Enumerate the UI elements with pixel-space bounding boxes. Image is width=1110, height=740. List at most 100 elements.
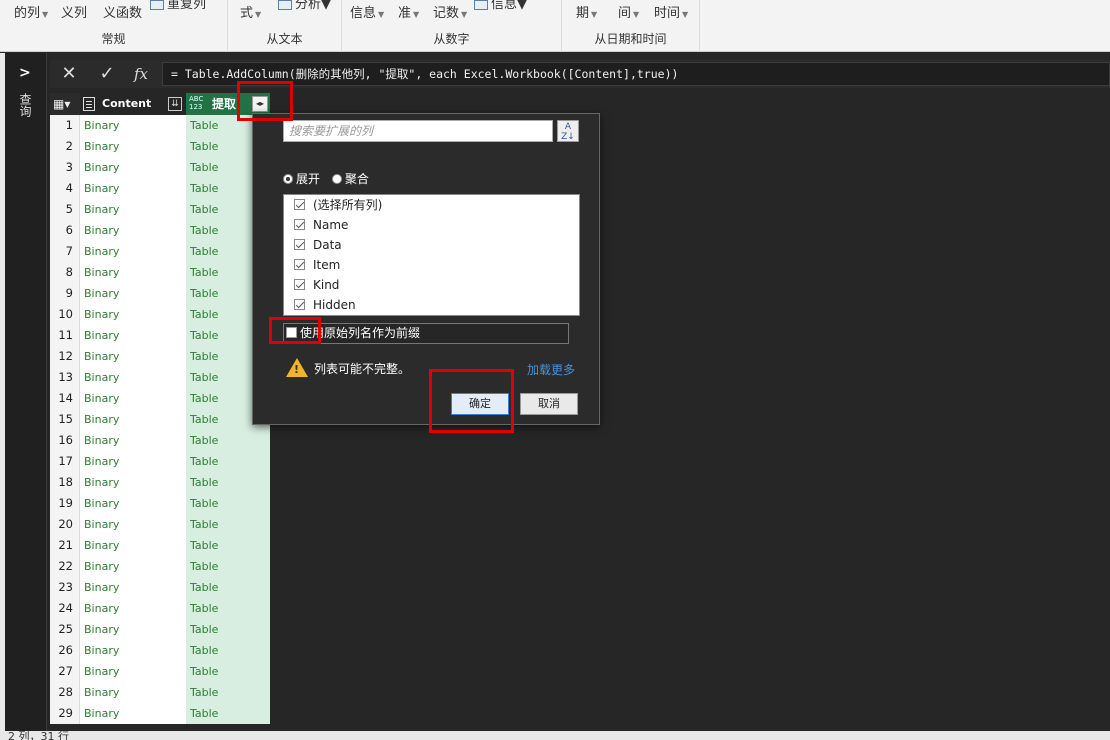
chevron-right-icon[interactable]: > [19, 65, 31, 81]
checkbox-icon[interactable] [294, 259, 305, 270]
column-checkbox-item[interactable]: Kind [284, 275, 579, 295]
cell-extract[interactable]: Table [186, 703, 270, 724]
table-row[interactable]: 15 Binary Table [50, 409, 270, 430]
cell-content[interactable]: Binary [79, 451, 186, 472]
ribbon-item-custom-function[interactable]: 义函数 [103, 2, 142, 21]
table-menu-icon[interactable]: ▦▾ [53, 97, 75, 111]
table-row[interactable]: 19 Binary Table [50, 493, 270, 514]
cell-content[interactable]: Binary [79, 346, 186, 367]
ribbon-item-custom-column[interactable]: 义列 [61, 2, 87, 21]
cell-content[interactable]: Binary [79, 493, 186, 514]
cell-content[interactable]: Binary [79, 199, 186, 220]
radio-aggregate[interactable]: 聚合 [331, 172, 369, 186]
ribbon-item-parse[interactable]: 分析▼ [278, 0, 331, 12]
column-checkbox-item[interactable]: Hidden [284, 295, 579, 315]
cell-content[interactable]: Binary [79, 619, 186, 640]
table-row[interactable]: 2 Binary Table [50, 136, 270, 157]
table-row[interactable]: 5 Binary Table [50, 199, 270, 220]
ribbon-item-information-2[interactable]: 信息▼ [474, 0, 527, 12]
ribbon-item-standard[interactable]: 准 ▼ [398, 2, 419, 21]
table-row[interactable]: 13 Binary Table [50, 367, 270, 388]
column-search-input[interactable]: 搜索要扩展的列 [283, 120, 553, 142]
cell-extract[interactable]: Table [186, 535, 270, 556]
cell-content[interactable]: Binary [79, 325, 186, 346]
cell-content[interactable]: Binary [79, 115, 186, 136]
column-checkbox-item[interactable]: (选择所有列) [284, 195, 579, 215]
cell-content[interactable]: Binary [79, 661, 186, 682]
ribbon-item-duration[interactable]: 时间 ▼ [654, 2, 688, 21]
table-row[interactable]: 22 Binary Table [50, 556, 270, 577]
cell-content[interactable]: Binary [79, 535, 186, 556]
cell-extract[interactable]: Table [186, 493, 270, 514]
table-row[interactable]: 1 Binary Table [50, 115, 270, 136]
table-row[interactable]: 16 Binary Table [50, 430, 270, 451]
cell-content[interactable]: Binary [79, 157, 186, 178]
cell-content[interactable]: Binary [79, 472, 186, 493]
cell-content[interactable]: Binary [79, 241, 186, 262]
cell-extract[interactable]: Table [186, 598, 270, 619]
table-row[interactable]: 18 Binary Table [50, 472, 270, 493]
ribbon-item-duplicate-column[interactable]: 重复列 [150, 0, 206, 12]
table-row[interactable]: 3 Binary Table [50, 157, 270, 178]
table-row[interactable]: 20 Binary Table [50, 514, 270, 535]
table-row[interactable]: 27 Binary Table [50, 661, 270, 682]
table-row[interactable]: 6 Binary Table [50, 220, 270, 241]
cancel-button[interactable]: 取消 [520, 393, 578, 415]
ribbon-item-format[interactable]: 式 ▼ [240, 2, 261, 21]
cell-content[interactable]: Binary [79, 409, 186, 430]
cell-extract[interactable]: Table [186, 514, 270, 535]
table-row[interactable]: 17 Binary Table [50, 451, 270, 472]
cell-content[interactable]: Binary [79, 220, 186, 241]
sort-az-icon[interactable]: A Z↓ [557, 120, 579, 142]
table-row[interactable]: 26 Binary Table [50, 640, 270, 661]
column-checkbox-item[interactable]: Data [284, 235, 579, 255]
download-icon[interactable]: ⇊ [168, 97, 182, 111]
cell-content[interactable]: Binary [79, 388, 186, 409]
prefix-checkbox[interactable] [286, 327, 297, 338]
radio-expand[interactable]: 展开 [283, 172, 320, 186]
table-row[interactable]: 8 Binary Table [50, 262, 270, 283]
ribbon-item-scientific[interactable]: 记数 ▼ [433, 2, 467, 21]
cell-content[interactable]: Binary [79, 367, 186, 388]
ribbon-item-date[interactable]: 期 ▼ [576, 2, 597, 21]
cell-extract[interactable]: Table [186, 577, 270, 598]
table-row[interactable]: 9 Binary Table [50, 283, 270, 304]
cell-content[interactable]: Binary [79, 598, 186, 619]
formula-input[interactable]: = Table.AddColumn(删除的其他列, "提取", each Exc… [162, 62, 1110, 86]
table-row[interactable]: 21 Binary Table [50, 535, 270, 556]
cell-content[interactable]: Binary [79, 682, 186, 703]
ok-button[interactable]: 确定 [451, 393, 509, 415]
column-checkbox-item[interactable]: Item [284, 255, 579, 275]
table-row[interactable]: 24 Binary Table [50, 598, 270, 619]
queries-pane-collapsed[interactable]: > 查询 [5, 53, 47, 731]
table-row[interactable]: 10 Binary Table [50, 304, 270, 325]
load-more-link[interactable]: 加载更多 [527, 361, 575, 378]
cell-content[interactable]: Binary [79, 136, 186, 157]
table-row[interactable]: 12 Binary Table [50, 346, 270, 367]
table-row[interactable]: 4 Binary Table [50, 178, 270, 199]
table-row[interactable]: 14 Binary Table [50, 388, 270, 409]
prefix-checkbox-row[interactable]: 使用原始列名作为前缀 [283, 323, 569, 344]
ribbon-item-information[interactable]: 信息 ▼ [350, 2, 384, 21]
table-row[interactable]: 7 Binary Table [50, 241, 270, 262]
cell-extract[interactable]: Table [186, 640, 270, 661]
table-row[interactable]: 11 Binary Table [50, 325, 270, 346]
ribbon-item-time[interactable]: 间 ▼ [618, 2, 639, 21]
cell-extract[interactable]: Table [186, 556, 270, 577]
checkbox-icon[interactable] [294, 299, 305, 310]
cell-content[interactable]: Binary [79, 262, 186, 283]
cell-content[interactable]: Binary [79, 640, 186, 661]
cell-content[interactable]: Binary [79, 577, 186, 598]
table-row[interactable]: 28 Binary Table [50, 682, 270, 703]
cell-content[interactable]: Binary [79, 304, 186, 325]
checkmark-icon[interactable]: ✓ [92, 62, 122, 86]
cell-content[interactable]: Binary [79, 283, 186, 304]
cell-content[interactable]: Binary [79, 430, 186, 451]
cell-content[interactable]: Binary [79, 703, 186, 724]
cell-extract[interactable]: Table [186, 682, 270, 703]
cell-extract[interactable]: Table [186, 661, 270, 682]
column-checkbox-item[interactable]: Name [284, 215, 579, 235]
ribbon-item-column[interactable]: 的列 ▼ [14, 2, 48, 21]
cell-extract[interactable]: Table [186, 430, 270, 451]
cell-content[interactable]: Binary [79, 556, 186, 577]
